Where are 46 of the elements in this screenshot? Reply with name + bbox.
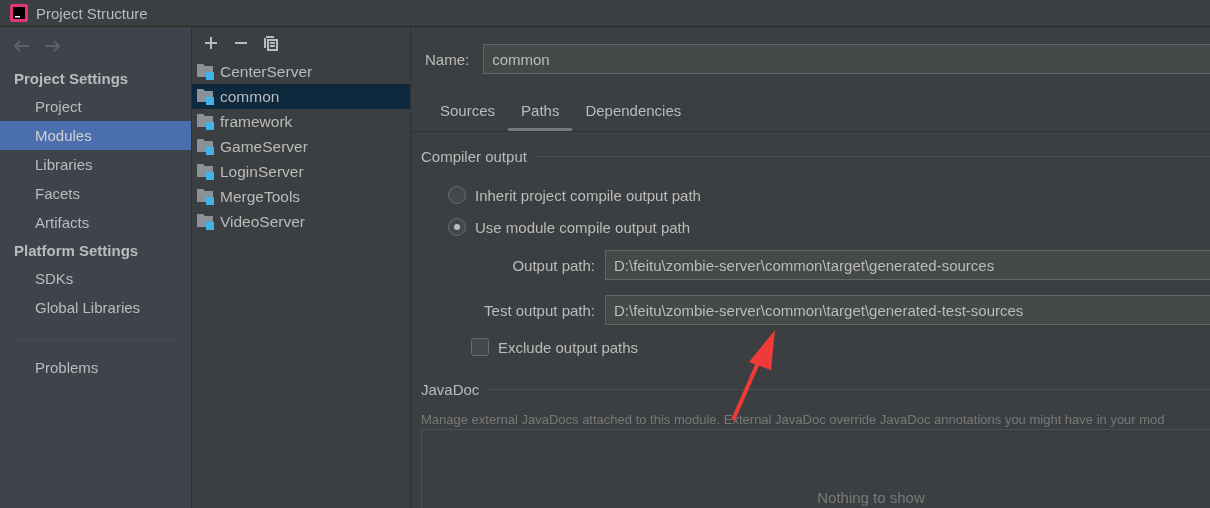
sidebar-item[interactable]: Global Libraries: [0, 293, 191, 322]
module-item[interactable]: VideoServer: [192, 209, 410, 234]
empty-list-text: Nothing to show: [817, 489, 925, 506]
sidebar-item[interactable]: Modules: [0, 121, 191, 150]
window-title: Project Structure: [36, 4, 148, 22]
app-logo-icon: [10, 4, 28, 22]
add-icon[interactable]: [202, 34, 220, 52]
path-label: Output path:: [511, 256, 595, 274]
module-item[interactable]: GameServer: [192, 134, 410, 159]
tab[interactable]: Sources: [427, 95, 509, 131]
section-title: Compiler output: [421, 148, 527, 165]
section-title: JavaDoc: [421, 381, 480, 398]
module-folder-icon: [197, 188, 215, 205]
radio-label: Inherit project compile output path: [475, 186, 701, 204]
name-field[interactable]: common: [483, 44, 1210, 74]
section-heading: Platform Settings: [13, 241, 140, 261]
module-item[interactable]: framework: [192, 109, 410, 134]
module-folder-icon: [197, 63, 215, 80]
copy-icon[interactable]: [262, 34, 280, 52]
radio-button[interactable]: [448, 186, 466, 204]
name-label: Name:: [425, 50, 470, 68]
path-field[interactable]: D:\feitu\zombie-server\common\target\generated-sources: [605, 250, 1210, 280]
module-folder-icon: [197, 88, 215, 105]
checkbox-label: Exclude output paths: [498, 338, 639, 356]
path-field[interactable]: D:\feitu\zombie-server\common\target\generated-test-sources: [605, 295, 1210, 325]
module-item[interactable]: common: [192, 84, 410, 109]
module-folder-icon: [197, 113, 215, 130]
module-folder-icon: [197, 213, 215, 230]
section-heading: Project Settings: [13, 69, 130, 89]
sidebar-item[interactable]: Project: [0, 92, 191, 121]
module-item[interactable]: CenterServer: [192, 59, 410, 84]
radio-label: Use module compile output path: [475, 218, 691, 236]
radio-button[interactable]: [448, 218, 466, 236]
sidebar-item[interactable]: Artifacts: [0, 208, 191, 237]
module-item[interactable]: LoginServer: [192, 159, 410, 184]
sidebar-item[interactable]: SDKs: [0, 264, 191, 293]
path-label: Test output path:: [483, 301, 595, 319]
module-folder-icon: [197, 138, 215, 155]
module-folder-icon: [197, 163, 215, 180]
sidebar-item[interactable]: Libraries: [0, 150, 191, 179]
sidebar-item[interactable]: Problems: [0, 353, 191, 382]
module-item[interactable]: MergeTools: [192, 184, 410, 209]
sidebar-item[interactable]: Facets: [0, 179, 191, 208]
checkbox[interactable]: [471, 338, 489, 356]
tab[interactable]: Dependencies: [572, 95, 695, 131]
tab[interactable]: Paths: [508, 95, 573, 131]
